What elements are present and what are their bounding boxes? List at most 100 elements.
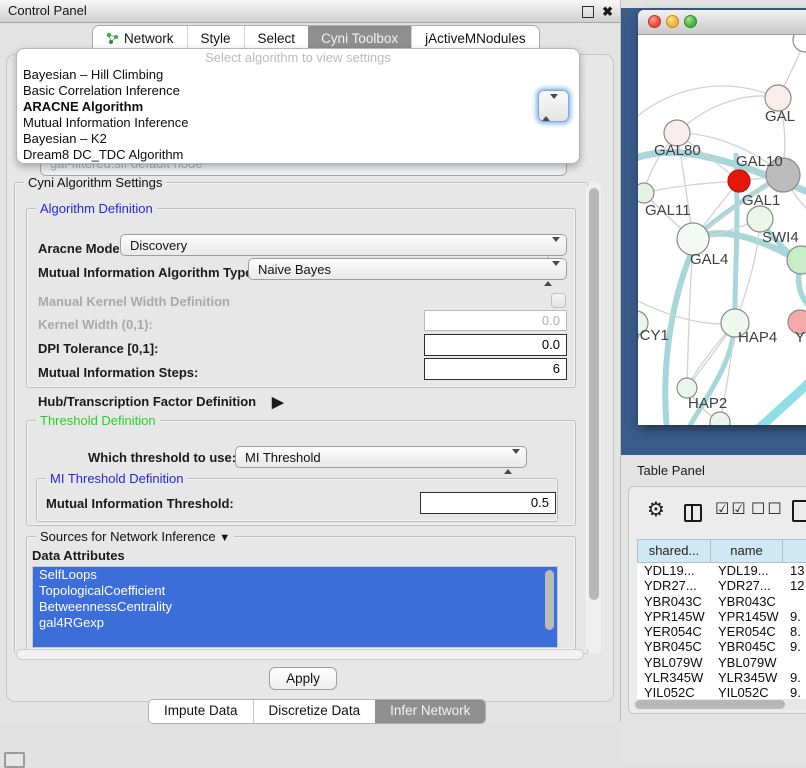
table-horizontal-scrollbar[interactable] <box>633 699 806 710</box>
list-scrollbar-thumb[interactable] <box>545 570 554 630</box>
mi-steps-field[interactable]: 6 <box>424 358 567 380</box>
table-row[interactable]: YLR345WYLR345W9. <box>637 670 806 685</box>
close-traffic-light-icon[interactable] <box>648 15 661 28</box>
table-cell <box>783 655 806 670</box>
table-cell: YDL19... <box>711 563 783 578</box>
gear-icon[interactable]: ⚙ <box>647 497 665 521</box>
close-icon[interactable]: ✖ <box>602 2 613 22</box>
focused-combo-arrow-fragment[interactable] <box>538 90 569 122</box>
table-row[interactable]: YER054CYER054C8. <box>637 624 806 639</box>
attribute-item-topologicalcoefficient[interactable]: TopologicalCoefficient <box>33 583 557 599</box>
column-header-name[interactable]: name <box>711 539 783 563</box>
algorithm-option-bayesian-hill-climbing[interactable]: Bayesian – Hill Climbing <box>17 67 579 83</box>
algorithm-option-bayesian-k2[interactable]: Bayesian – K2 <box>17 131 579 147</box>
threshold-definition-title: Threshold Definition <box>36 413 160 428</box>
table-cell: YBR045C <box>637 639 711 654</box>
table-cell: YDR27... <box>711 578 783 593</box>
table-cell: 9. <box>783 609 806 624</box>
node-label-swi4: SWI4 <box>762 229 799 246</box>
table-body: YDL19...YDL19...13YDR27...YDR27...12YBR0… <box>637 563 806 701</box>
network-desktop-background: GALGAL80GAL10GAL11GAL1GAL4SWI4GCY1HAP4YH… <box>621 8 806 455</box>
table-scrollbar-thumb[interactable] <box>635 700 785 709</box>
table-row[interactable]: YBR043CYBR043C <box>637 594 806 609</box>
network-icon <box>106 31 124 46</box>
expander-right-icon[interactable]: ▶ <box>272 393 284 411</box>
manual-kernel-checkbox[interactable] <box>551 293 566 308</box>
table-cell: 9. <box>783 639 806 654</box>
control-panel-titlebar: Control Panel ✖ <box>0 0 620 23</box>
float-window-icon[interactable] <box>582 6 594 18</box>
node-label-gcy1: GCY1 <box>638 327 669 344</box>
node-label-gal1: GAL1 <box>742 192 780 209</box>
which-threshold-combo[interactable]: MI Threshold <box>235 446 527 468</box>
mi-steps-label: Mutual Information Steps: <box>38 365 198 380</box>
unchecked-boxes-icon[interactable]: ☐☐ <box>751 499 784 518</box>
aracne-mode-value: Discovery <box>130 238 187 253</box>
vertical-scrollbar-thumb[interactable] <box>589 188 599 600</box>
node-label-gal80: GAL80 <box>654 142 701 159</box>
checked-boxes-icon[interactable]: ☑☑ <box>715 499 748 518</box>
network-node[interactable] <box>793 35 806 52</box>
node-label-gal: GAL <box>765 108 795 125</box>
network-node-gal11[interactable] <box>638 183 654 203</box>
data-attributes-list[interactable]: SelfLoopsTopologicalCoefficientBetweenne… <box>32 566 558 648</box>
combo-arrows-icon <box>544 239 560 260</box>
algorithm-option-aracne-algorithm[interactable]: ARACNE Algorithm <box>17 99 579 115</box>
table-cell: 12 <box>783 578 806 593</box>
columns-icon[interactable] <box>684 504 702 522</box>
kernel-width-label: Kernel Width (0,1): <box>38 317 153 332</box>
table-row[interactable]: YDR27...YDR27...12 <box>637 578 806 593</box>
control-panel-title: Control Panel <box>8 0 87 22</box>
dpi-tolerance-label: DPI Tolerance [0,1]: <box>38 341 158 356</box>
algorithm-option-mutual-information-inference[interactable]: Mutual Information Inference <box>17 115 579 131</box>
attribute-item-clipped[interactable] <box>33 631 557 647</box>
algorithm-option-basic-correlation-inference[interactable]: Basic Correlation Inference <box>17 83 579 99</box>
network-canvas[interactable]: GALGAL80GAL10GAL11GAL1GAL4SWI4GCY1HAP4YH… <box>638 35 806 425</box>
table-row[interactable]: YDL19...YDL19...13 <box>637 563 806 578</box>
sources-group-title: Sources for Network Inference ▼ <box>36 529 234 546</box>
attribute-item-gal4rgexp[interactable]: gal4RGexp <box>33 615 557 631</box>
algorithm-dropdown-hint: Select algorithm to view settings <box>17 49 579 67</box>
column-header-clipped[interactable] <box>783 539 806 563</box>
horizontal-scrollbar[interactable] <box>16 649 584 660</box>
mi-type-combo[interactable]: Naive Bayes <box>248 258 567 280</box>
apply-button[interactable]: Apply <box>269 667 337 690</box>
table-cell: YBR043C <box>711 594 783 609</box>
attribute-item-betweennesscentrality[interactable]: BetweennessCentrality <box>33 599 557 615</box>
bottom-tab-discretize-data[interactable]: Discretize Data <box>253 700 376 723</box>
table-row[interactable]: YBR045CYBR045C9. <box>637 639 806 654</box>
network-window-titlebar[interactable] <box>638 10 806 35</box>
zoom-traffic-light-icon[interactable] <box>684 15 697 28</box>
node-attribute-table[interactable]: shared...name YDL19...YDL19...13YDR27...… <box>637 539 806 701</box>
bottom-tab-infer-network[interactable]: Infer Network <box>375 700 485 723</box>
table-cell: YLR345W <box>637 670 711 685</box>
network-view-window[interactable]: GALGAL80GAL10GAL11GAL1GAL4SWI4GCY1HAP4YH… <box>638 10 806 425</box>
network-node[interactable] <box>728 170 750 192</box>
table-cell: YDL19... <box>637 563 711 578</box>
aracne-mode-combo[interactable]: Discovery <box>120 234 567 256</box>
dpi-tolerance-field[interactable]: 0.0 <box>424 334 567 356</box>
table-row[interactable]: YPR145WYPR145W9. <box>637 609 806 624</box>
document-icon[interactable] <box>792 500 806 522</box>
edge-bundle-teal <box>638 153 806 425</box>
table-row[interactable]: YBL079WYBL079W <box>637 655 806 670</box>
column-header-shared[interactable]: shared... <box>637 539 711 563</box>
sources-title-text: Sources for Network Inference <box>40 529 216 544</box>
node-label-hap2: HAP2 <box>688 395 727 412</box>
algorithm-option-dream8-dc-tdc-algorithm[interactable]: Dream8 DC_TDC Algorithm <box>17 147 579 163</box>
mi-type-value: Naive Bayes <box>258 262 331 277</box>
which-threshold-value: MI Threshold <box>245 450 321 465</box>
network-node[interactable] <box>710 412 730 425</box>
clipped-corner-button[interactable] <box>4 752 25 768</box>
attribute-item-selfloops[interactable]: SelfLoops <box>33 567 557 583</box>
mi-threshold-field[interactable]: 0.5 <box>420 492 556 514</box>
table-cell: YLR345W <box>711 670 783 685</box>
table-cell: YBL079W <box>711 655 783 670</box>
minimize-traffic-light-icon[interactable] <box>666 15 679 28</box>
hub-definition-label: Hub/Transcription Factor Definition <box>38 394 256 409</box>
expander-down-icon[interactable]: ▼ <box>219 532 230 544</box>
bottom-tab-impute-data[interactable]: Impute Data <box>149 700 253 723</box>
vertical-scrollbar[interactable] <box>587 182 601 654</box>
kernel-width-field[interactable]: 0.0 <box>424 310 567 331</box>
node-label-gal10: GAL10 <box>736 153 783 170</box>
